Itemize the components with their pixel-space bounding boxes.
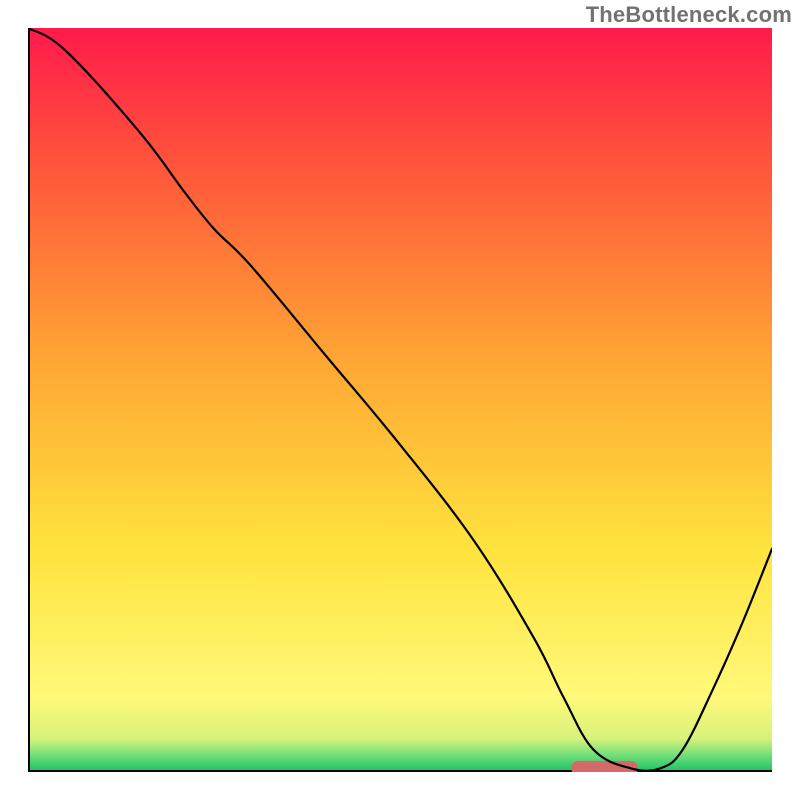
chart-background xyxy=(28,28,772,772)
optimal-range-marker xyxy=(571,761,638,772)
watermark-text: TheBottleneck.com xyxy=(586,2,792,28)
chart-plot xyxy=(28,28,772,772)
chart-frame: TheBottleneck.com xyxy=(0,0,800,800)
chart-svg xyxy=(28,28,772,772)
